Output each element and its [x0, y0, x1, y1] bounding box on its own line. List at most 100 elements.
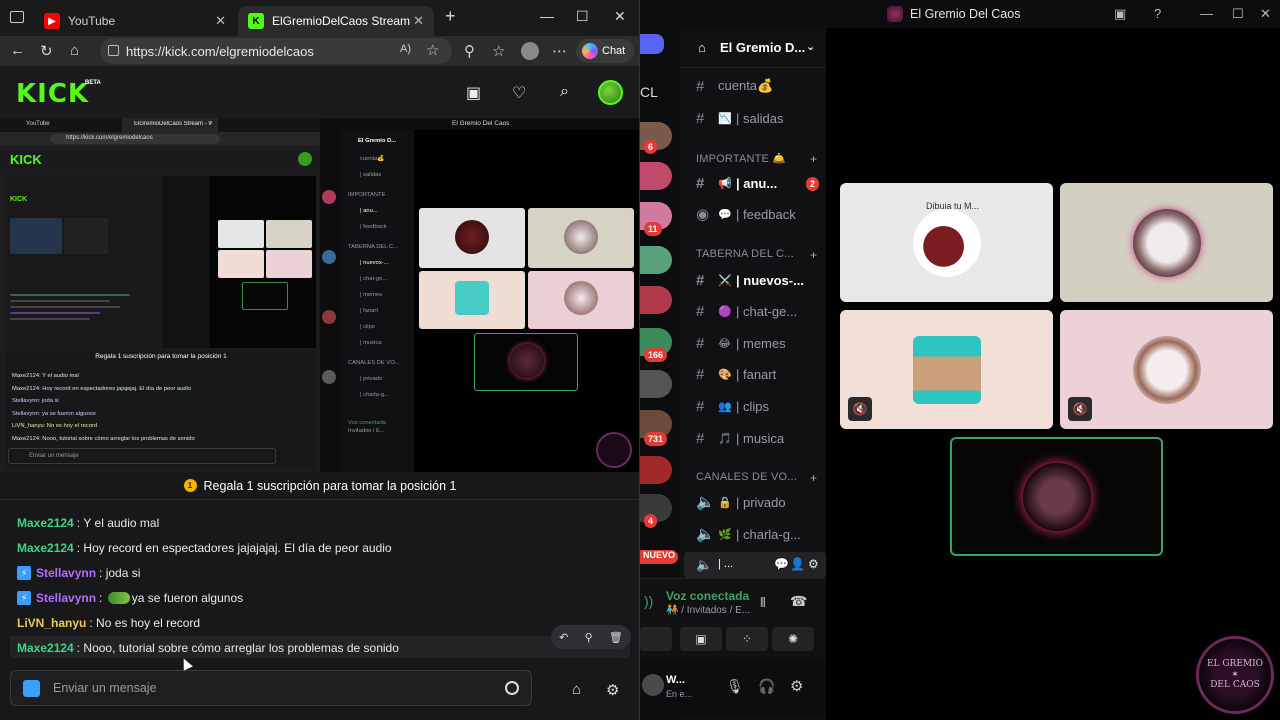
read-aloud-icon[interactable]: A): [400, 43, 411, 55]
close-tab-icon[interactable]: ✕: [215, 13, 226, 29]
add-channel-icon[interactable]: +: [810, 152, 817, 166]
add-channel-icon[interactable]: +: [810, 248, 817, 262]
server-name-header[interactable]: ⌂ El Gremio D... ⌄: [680, 28, 826, 68]
screen-share-button[interactable]: ▣: [680, 627, 722, 651]
chat-message[interactable]: ⚡ Stellavynn: joda si: [17, 566, 140, 580]
chat-input[interactable]: Enviar un mensaje: [10, 670, 532, 706]
extensions-icon[interactable]: ⚲: [464, 42, 475, 60]
chat-bubble-icon[interactable]: 💬: [774, 557, 789, 571]
reload-icon[interactable]: ↻: [40, 42, 53, 60]
more-icon[interactable]: ⋯: [552, 42, 567, 60]
close-window-icon[interactable]: ✕: [1260, 6, 1271, 22]
chat-message[interactable]: Maxe2124: Y el audio mal: [17, 516, 159, 530]
guild-icon[interactable]: [640, 370, 672, 398]
maximize-icon[interactable]: ☐: [576, 8, 589, 25]
chat-username[interactable]: LiVN_hanyu: [17, 616, 86, 630]
chat-settings-icon[interactable]: ⚙: [606, 681, 619, 699]
close-window-icon[interactable]: ✕: [614, 8, 626, 25]
maximize-icon[interactable]: ☐: [1232, 6, 1244, 22]
reply-icon[interactable]: ↶: [559, 631, 568, 644]
soundboard-button[interactable]: ✺: [772, 627, 814, 651]
favorite-star-icon[interactable]: ☆: [426, 41, 439, 59]
minimize-icon[interactable]: —: [1200, 6, 1213, 21]
participant-tile[interactable]: Dibuja tu M...: [840, 183, 1053, 302]
microphone-icon[interactable]: 🎙: [726, 678, 744, 695]
activities-button[interactable]: ⁘: [726, 627, 768, 651]
chat-message[interactable]: Maxe2124: Hoy record en espectadores jaj…: [17, 541, 392, 555]
user-settings-icon[interactable]: ⚙: [790, 677, 803, 695]
new-tab-icon[interactable]: +: [445, 6, 456, 27]
participant-tile[interactable]: 🔇: [840, 310, 1053, 429]
channel-feedback[interactable]: ◉ 💬 | feedback: [696, 202, 826, 226]
emoji-icon[interactable]: [505, 681, 519, 695]
site-info-icon[interactable]: [108, 45, 119, 56]
tab-actions-icon[interactable]: [10, 11, 24, 23]
add-channel-icon[interactable]: +: [810, 471, 817, 485]
active-voice-channel[interactable]: 🔈 | ... 💬 👤 ⚙: [684, 552, 826, 578]
following-heart-icon[interactable]: ♡: [512, 83, 526, 103]
guild-icon[interactable]: [640, 246, 672, 274]
delete-icon[interactable]: 🗑: [609, 631, 623, 644]
chat-username[interactable]: Stellavynn: [36, 566, 96, 580]
store-icon[interactable]: ⌂: [572, 681, 581, 698]
gift-sub-promo[interactable]: 1 Regala 1 suscripción para tomar la pos…: [0, 472, 639, 500]
inbox-icon[interactable]: ▣: [1114, 6, 1126, 22]
camera-off-button[interactable]: [640, 627, 672, 651]
chat-message[interactable]: LiVN_hanyu: No es hoy el record: [17, 616, 200, 630]
voice-status[interactable]: Voz conectada: [666, 589, 749, 603]
tab-youtube[interactable]: ▶ YouTube ✕: [34, 6, 236, 36]
channel-clips[interactable]: # 👥 | clips: [696, 394, 826, 418]
chat-message[interactable]: Maxe2124: Nooo, tutorial sobre cómo arre…: [17, 641, 399, 655]
chat-message[interactable]: ⚡ Stellavynn: ya se fueron algunos: [17, 591, 243, 605]
channel-musica[interactable]: # 🎵 | musica: [696, 426, 826, 450]
tab-kick[interactable]: K ElGremioDelCaos Stream - Watch ✕: [238, 6, 434, 36]
channel-nuevos[interactable]: # ⚔️ | nuevos-...: [696, 268, 826, 292]
channel-salidas[interactable]: # 📉 | salidas: [696, 106, 826, 130]
channel-cuenta[interactable]: # cuenta💰: [696, 74, 826, 98]
guild-icon[interactable]: [640, 286, 672, 314]
stream-video-player[interactable]: YouTube ElGremioDelCaos Stream - Watch h…: [0, 118, 639, 472]
address-bar[interactable]: https://kick.com/elgremiodelcaos A) ☆: [100, 38, 452, 64]
badge-selector-icon[interactable]: [23, 680, 40, 697]
settings-icon[interactable]: ⚙: [808, 557, 819, 571]
browse-icon[interactable]: ▣: [466, 83, 481, 103]
profile-avatar[interactable]: [521, 42, 539, 60]
channel-memes[interactable]: # 😂 | memes: [696, 331, 826, 355]
participant-tile-speaking[interactable]: [950, 437, 1163, 556]
channel-chat-general[interactable]: # 🟣 | chat-ge...: [696, 299, 826, 323]
category-voz[interactable]: CANALES DE VO... +: [696, 471, 817, 485]
channel-privado[interactable]: 🔈 🔒 | privado: [696, 490, 826, 514]
channel-anuncios[interactable]: # 📢 | anu... 2: [696, 171, 826, 195]
noise-suppression-icon[interactable]: ⦀: [760, 595, 766, 611]
voice-channel-name[interactable]: 🧑‍🤝‍🧑 / Invitados / E...: [666, 605, 750, 616]
chat-username[interactable]: Stellavynn: [36, 591, 96, 605]
disconnect-icon[interactable]: ☎: [790, 593, 807, 610]
user-avatar[interactable]: [598, 80, 623, 105]
help-icon[interactable]: ?: [1154, 6, 1161, 21]
copilot-chat-button[interactable]: Chat: [576, 39, 634, 63]
close-tab-icon[interactable]: ✕: [413, 13, 424, 29]
channel-charla[interactable]: 🔈 🌿 | charla-g...: [696, 522, 826, 546]
channel-fanart[interactable]: # 🎨 | fanart: [696, 362, 826, 386]
invite-icon[interactable]: 👤: [790, 557, 805, 571]
minimize-icon[interactable]: —: [540, 8, 554, 24]
discord-home-icon[interactable]: [640, 34, 664, 54]
user-avatar[interactable]: [642, 674, 664, 696]
search-icon[interactable]: ⌕: [560, 83, 569, 101]
back-icon[interactable]: ←: [10, 42, 25, 59]
category-importante[interactable]: IMPORTANTE 🛎️ +: [696, 152, 817, 166]
participant-tile[interactable]: 🔇: [1060, 310, 1273, 429]
category-taberna[interactable]: TABERNA DEL C... +: [696, 248, 817, 262]
home-icon[interactable]: ⌂: [70, 42, 79, 59]
chat-username[interactable]: Maxe2124: [17, 516, 74, 530]
guild-icon[interactable]: [640, 162, 672, 190]
guild-icon[interactable]: [640, 456, 672, 484]
chat-username[interactable]: Maxe2124: [17, 641, 74, 655]
emote-icon[interactable]: [107, 592, 130, 604]
favorites-icon[interactable]: ☆: [492, 42, 505, 60]
participant-tile[interactable]: [1060, 183, 1273, 302]
guild-label[interactable]: CL: [640, 84, 658, 100]
pin-icon[interactable]: ⚲: [585, 631, 593, 644]
chat-username[interactable]: Maxe2124: [17, 541, 74, 555]
headphones-icon[interactable]: 🎧: [758, 678, 775, 695]
